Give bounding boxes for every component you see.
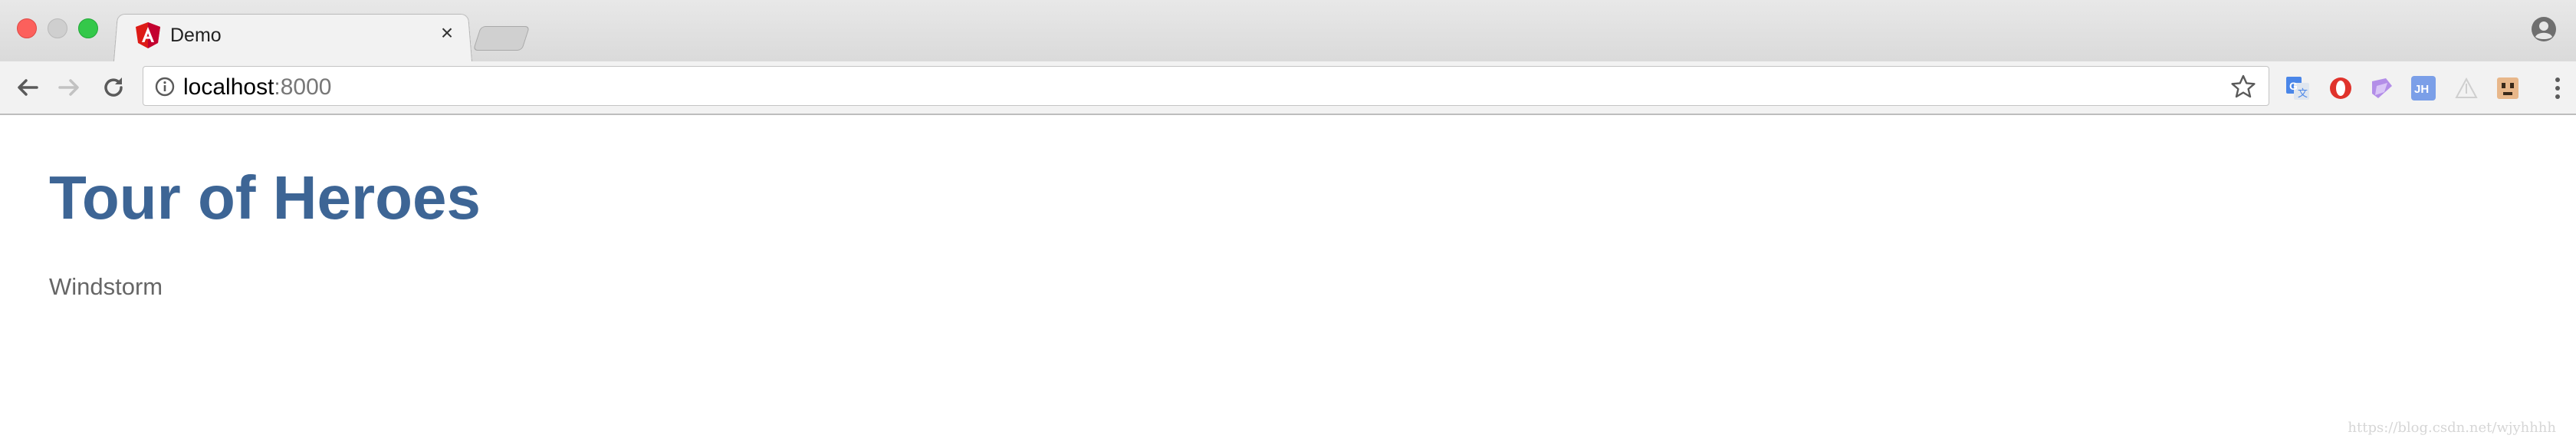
jh-label: JH bbox=[2414, 83, 2429, 96]
new-tab-button[interactable] bbox=[472, 26, 531, 51]
info-icon[interactable] bbox=[154, 76, 176, 97]
hero-name: Windstorm bbox=[49, 273, 163, 300]
maximize-window-button[interactable] bbox=[78, 18, 98, 38]
minimize-window-button[interactable] bbox=[48, 18, 67, 38]
profile-icon[interactable] bbox=[2530, 15, 2558, 43]
reload-icon[interactable] bbox=[98, 72, 129, 103]
bookmark-star-icon[interactable] bbox=[2230, 74, 2256, 100]
svg-text:文: 文 bbox=[2298, 87, 2308, 99]
pen-icon[interactable] bbox=[2369, 75, 2395, 101]
opera-icon[interactable] bbox=[2328, 75, 2354, 101]
url-host: localhost bbox=[183, 74, 274, 100]
url-text[interactable]: localhost:8000 bbox=[183, 74, 331, 101]
jh-icon[interactable]: JH bbox=[2410, 75, 2436, 101]
address-bar[interactable]: localhost:8000 bbox=[143, 66, 2269, 106]
angular-logo-icon bbox=[136, 22, 160, 48]
page-viewport: Tour of Heroes Windstorm https://blog.cs… bbox=[0, 117, 2576, 445]
grey-triangle-icon[interactable] bbox=[2453, 75, 2479, 101]
back-arrow-icon[interactable] bbox=[12, 72, 43, 103]
url-port: :8000 bbox=[274, 74, 332, 100]
page-title: Tour of Heroes bbox=[49, 163, 481, 232]
close-window-button[interactable] bbox=[17, 18, 37, 38]
forward-arrow-icon[interactable] bbox=[54, 72, 84, 103]
watermark-text: https://blog.csdn.net/wjyhhhh bbox=[2348, 420, 2556, 436]
tab-title: Demo bbox=[170, 25, 222, 46]
face-icon[interactable] bbox=[2495, 75, 2521, 101]
active-tab-content[interactable]: Demo × bbox=[113, 12, 472, 61]
tab-strip: Demo × bbox=[0, 0, 2576, 62]
tab-close-icon[interactable]: × bbox=[435, 21, 458, 44]
google-translate-icon[interactable]: G 文 bbox=[2285, 75, 2311, 101]
menu-kebab-icon[interactable] bbox=[2550, 74, 2565, 103]
svg-text:G: G bbox=[2289, 80, 2298, 92]
browser-toolbar: localhost:8000 G 文 JH bbox=[0, 61, 2576, 115]
